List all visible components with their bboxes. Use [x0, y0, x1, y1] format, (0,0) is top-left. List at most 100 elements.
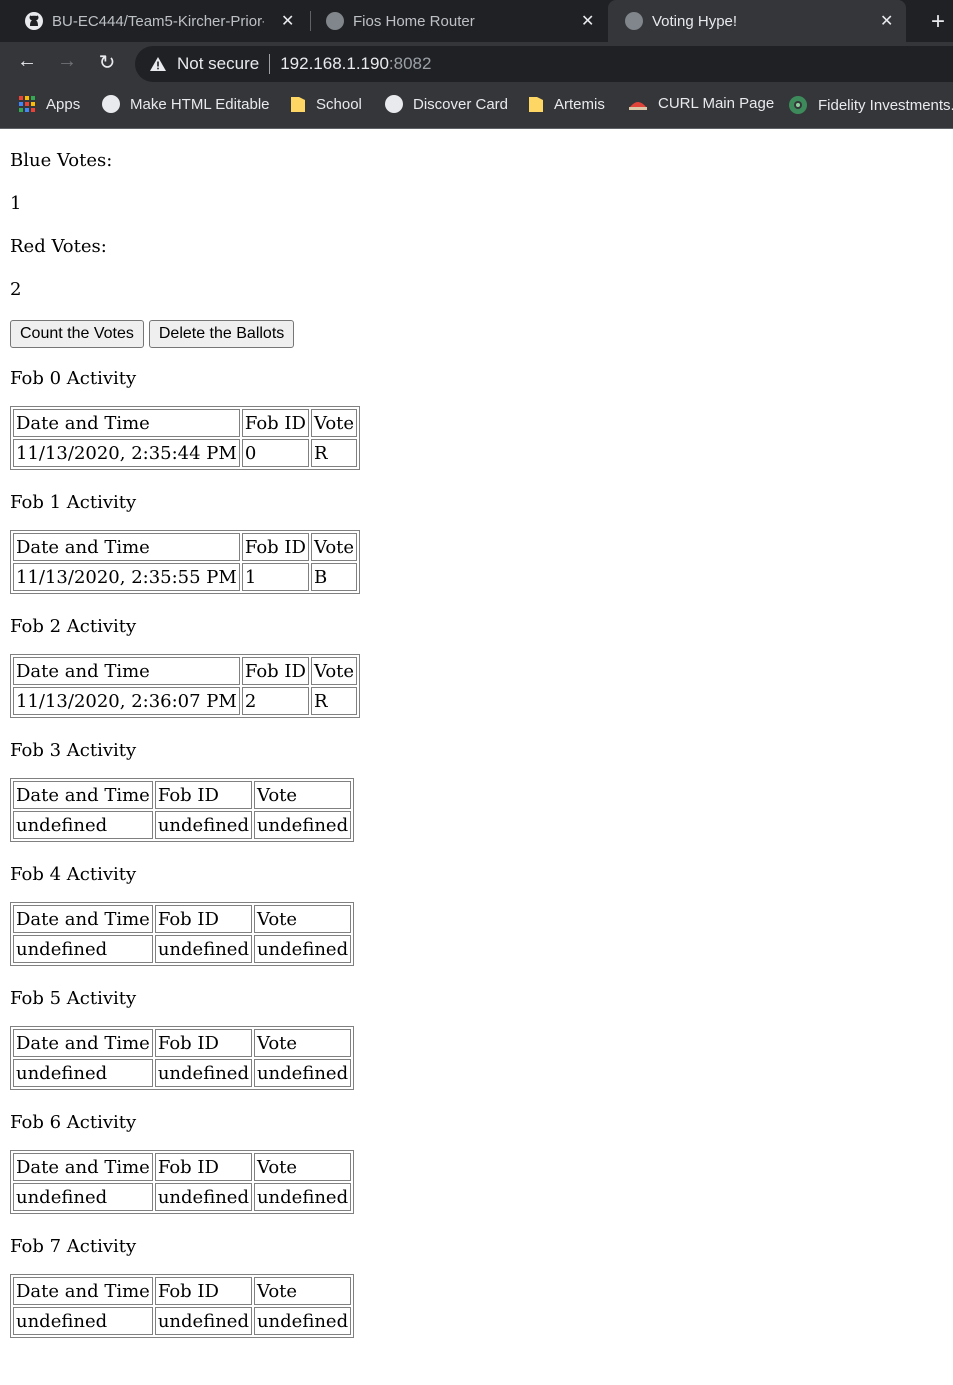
action-buttons: Count the Votes Delete the Ballots	[10, 320, 943, 348]
bookmark-artemis[interactable]: Artemis	[528, 95, 605, 113]
address-bar[interactable]: Not secure 192.168.1.190:8082	[135, 46, 953, 82]
url-host: 192.168.1.190	[280, 54, 389, 73]
table-row: undefined undefined undefined	[13, 1183, 352, 1211]
fob-activity-title: Fob 2 Activity	[10, 616, 137, 637]
bookmark-label: Artemis	[554, 95, 605, 113]
blue-votes-label: Blue Votes:	[10, 150, 113, 171]
table-header-cell: Vote	[310, 657, 358, 685]
forward-icon[interactable]: →	[55, 50, 79, 73]
table-header-cell: Date and Time	[13, 1029, 153, 1057]
table-cell: undefined	[253, 1307, 352, 1335]
fob-activity-table: Date and Time Fob ID Vote undefined undefine…	[10, 902, 355, 966]
apps-grid-icon	[18, 95, 36, 113]
table-header-row: Date and Time Fob ID Vote	[13, 409, 358, 437]
tab-title: Fios Home Router	[353, 12, 475, 30]
table-cell: 2	[241, 687, 309, 715]
back-icon[interactable]: ←	[15, 50, 39, 73]
table-header-row: Date and Time Fob ID Vote	[13, 781, 352, 809]
tab-fios[interactable]: Fios Home Router ✕	[325, 0, 605, 42]
table-header-cell: Vote	[310, 409, 358, 437]
close-tab-icon[interactable]: ✕	[281, 11, 294, 31]
tab-title: Voting Hype!	[652, 12, 738, 30]
table-cell: undefined	[13, 935, 153, 963]
table-cell: R	[310, 439, 358, 467]
page-content: Blue Votes: 1 Red Votes: 2 Count the Vot…	[0, 150, 953, 1338]
bookmark-discover-card[interactable]: Discover Card	[385, 95, 508, 113]
table-header-cell: Vote	[253, 1277, 352, 1305]
table-header-cell: Fob ID	[154, 1029, 252, 1057]
folder-icon	[528, 95, 544, 113]
browser-chrome: BU-EC444/Team5-Kircher-Prior-Z ✕ Fios Ho…	[0, 0, 953, 129]
url-port: :8082	[388, 54, 432, 73]
reload-icon[interactable]: ↻	[95, 50, 119, 75]
table-row: 11/13/2020, 2:35:44 PM 0 R	[13, 439, 358, 467]
delete-ballots-button[interactable]: Delete the Ballots	[148, 320, 295, 348]
fob-activity-table: Date and Time Fob ID Vote undefined undefine…	[10, 1274, 355, 1338]
table-header-cell: Vote	[253, 1029, 352, 1057]
table-header-row: Date and Time Fob ID Vote	[13, 533, 358, 561]
table-cell: 11/13/2020, 2:35:44 PM	[13, 439, 240, 467]
table-cell: 11/13/2020, 2:36:07 PM	[13, 687, 240, 715]
table-header-cell: Date and Time	[13, 781, 153, 809]
fob-activity-title: Fob 0 Activity	[10, 368, 137, 389]
table-cell: undefined	[13, 1183, 153, 1211]
table-row: undefined undefined undefined	[13, 935, 352, 963]
bookmark-label: School	[316, 95, 362, 113]
bookmark-apps[interactable]: Apps	[18, 95, 80, 113]
table-cell: undefined	[253, 1059, 352, 1087]
table-header-cell: Date and Time	[13, 533, 240, 561]
table-header-cell: Fob ID	[154, 1153, 252, 1181]
table-header-cell: Fob ID	[241, 533, 309, 561]
table-cell: B	[310, 563, 358, 591]
table-header-cell: Fob ID	[241, 657, 309, 685]
table-header-row: Date and Time Fob ID Vote	[13, 657, 358, 685]
table-cell: undefined	[253, 811, 352, 839]
curl-icon	[628, 97, 648, 111]
table-header-cell: Date and Time	[13, 409, 240, 437]
table-header-cell: Vote	[253, 781, 352, 809]
globe-icon	[102, 95, 120, 113]
tab-strip: BU-EC444/Team5-Kircher-Prior-Z ✕ Fios Ho…	[0, 0, 953, 42]
fob-activity-table: Date and Time Fob ID Vote 11/13/2020, 2:35:…	[10, 406, 361, 470]
security-label[interactable]: Not secure	[177, 54, 259, 74]
table-header-row: Date and Time Fob ID Vote	[13, 1153, 352, 1181]
table-header-row: Date and Time Fob ID Vote	[13, 1277, 352, 1305]
table-cell: undefined	[13, 811, 153, 839]
fob-activity-title: Fob 5 Activity	[10, 988, 137, 1009]
divider	[269, 54, 271, 74]
bookmark-label: Fidelity Investments.	[818, 96, 953, 114]
table-row: undefined undefined undefined	[13, 1307, 352, 1335]
blue-votes-count: 1	[10, 193, 22, 214]
table-cell: undefined	[13, 1307, 153, 1335]
count-votes-button[interactable]: Count the Votes	[10, 320, 144, 348]
table-cell: undefined	[154, 1059, 252, 1087]
fob-activity-title: Fob 6 Activity	[10, 1112, 137, 1133]
bookmark-school[interactable]: School	[290, 95, 362, 113]
table-cell: 11/13/2020, 2:35:55 PM	[13, 563, 240, 591]
red-votes-count: 2	[10, 279, 22, 300]
table-header-cell: Date and Time	[13, 1277, 153, 1305]
bookmark-fidelity[interactable]: Fidelity Investments.	[788, 95, 953, 115]
table-cell: 1	[241, 563, 309, 591]
table-cell: undefined	[13, 1059, 153, 1087]
new-tab-button[interactable]: +	[931, 8, 945, 36]
tab-voting-hype[interactable]: Voting Hype! ✕	[608, 0, 906, 42]
table-header-cell: Date and Time	[13, 657, 240, 685]
table-cell: undefined	[154, 811, 252, 839]
warning-icon	[149, 56, 167, 72]
bookmark-label: Make HTML Editable	[130, 95, 270, 113]
table-header-row: Date and Time Fob ID Vote	[13, 1029, 352, 1057]
close-tab-icon[interactable]: ✕	[880, 11, 893, 31]
bookmark-label: Discover Card	[413, 95, 509, 113]
table-header-row: Date and Time Fob ID Vote	[13, 905, 352, 933]
folder-icon	[290, 95, 306, 113]
globe-icon	[325, 11, 345, 31]
table-cell: undefined	[253, 935, 352, 963]
tab-github[interactable]: BU-EC444/Team5-Kircher-Prior-Z ✕	[24, 0, 304, 42]
bookmark-curl-main-page[interactable]: CURL Main Page	[628, 95, 774, 112]
table-header-cell: Fob ID	[154, 1277, 252, 1305]
bookmark-make-html-editable[interactable]: Make HTML Editable	[102, 95, 270, 113]
close-tab-icon[interactable]: ✕	[581, 11, 594, 31]
table-header-cell: Fob ID	[154, 905, 252, 933]
fob-activity-table: Date and Time Fob ID Vote undefined undefine…	[10, 1150, 355, 1214]
